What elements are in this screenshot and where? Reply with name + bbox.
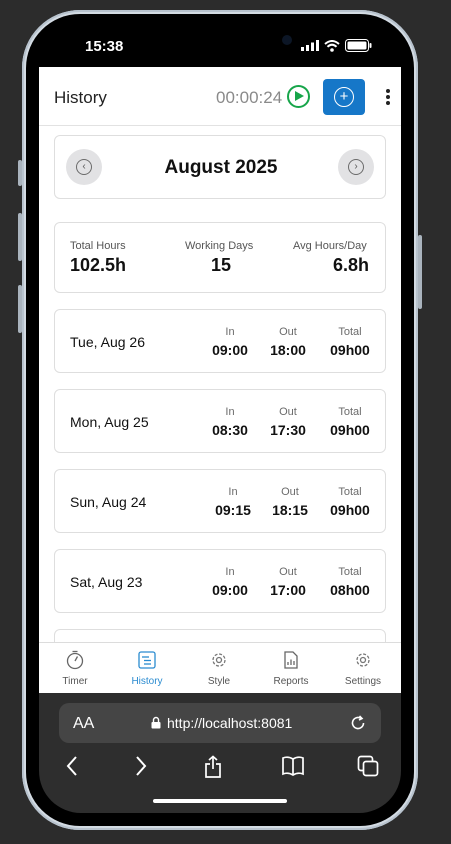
tab-label: Reports xyxy=(273,676,309,687)
add-entry-button[interactable]: + xyxy=(323,79,365,115)
plus-circle-icon: + xyxy=(334,87,354,107)
day-entry[interactable]: Sun, Aug 24 In 09:15 Out 18:15 Total 09h… xyxy=(54,469,386,533)
status-time: 15:38 xyxy=(85,38,124,55)
tab-bar: Timer History Style Reports Settings xyxy=(39,642,401,693)
out-label: Out xyxy=(279,566,297,578)
tab-label: Timer xyxy=(62,676,88,687)
day-date: Sun, Aug 24 xyxy=(70,494,147,510)
in-label: In xyxy=(225,566,235,578)
history-content[interactable]: ‹ August 2025 › Total Hours 102.5h Worki… xyxy=(39,126,401,642)
next-month-button[interactable]: › xyxy=(338,149,374,185)
history-list-icon xyxy=(138,651,156,669)
in-label: In xyxy=(225,326,235,338)
bookmarks-icon[interactable] xyxy=(281,755,305,777)
home-indicator xyxy=(153,799,287,803)
gear-icon xyxy=(212,653,226,667)
battery-icon xyxy=(345,39,372,52)
app: History 00:00:24 + ‹ August 2025 › Total… xyxy=(39,67,401,693)
tab-label: Style xyxy=(207,676,231,687)
avg-hours-value: 6.8h xyxy=(333,255,370,275)
reload-icon[interactable] xyxy=(349,714,367,732)
out-label: Out xyxy=(279,406,297,418)
summary-card: Total Hours 102.5h Working Days 15 Avg H… xyxy=(54,222,386,293)
total-time: 09h00 xyxy=(330,502,370,518)
in-time: 09:00 xyxy=(212,582,248,598)
status-icons xyxy=(301,39,372,52)
avg-hours-label: Avg Hours/Day xyxy=(293,240,367,252)
report-chart-icon xyxy=(284,651,298,669)
volume-up-button xyxy=(18,213,22,261)
day-date: Tue, Aug 26 xyxy=(70,334,145,350)
out-label: Out xyxy=(279,326,297,338)
day-date: Sat, Aug 23 xyxy=(70,574,143,590)
text-size-button[interactable]: AA xyxy=(73,715,94,733)
browser-nav-bar xyxy=(39,755,401,785)
total-label: Total xyxy=(338,566,362,578)
day-entry[interactable]: Tue, Aug 26 In 09:00 Out 18:00 Total 09h… xyxy=(54,309,386,373)
day-date: Mon, Aug 25 xyxy=(70,414,149,430)
action-button xyxy=(18,160,22,186)
url-text: http://localhost:8081 xyxy=(167,715,293,731)
status-bar: 15:38 xyxy=(39,27,401,67)
screen: 15:38 History 00:00:24 + ‹ August 2025 ›… xyxy=(39,27,401,813)
out-time: 17:00 xyxy=(270,582,306,598)
more-vertical-icon[interactable] xyxy=(385,89,391,107)
month-navigator: ‹ August 2025 › xyxy=(54,135,386,199)
working-days-label: Working Days xyxy=(185,240,254,252)
gear-icon xyxy=(356,653,370,667)
tab-settings[interactable]: Settings xyxy=(327,643,399,694)
total-label: Total xyxy=(338,406,362,418)
total-label: Total xyxy=(338,326,362,338)
in-label: In xyxy=(225,406,235,418)
in-time: 09:00 xyxy=(212,342,248,358)
day-entry[interactable]: Mon, Aug 25 In 08:30 Out 17:30 Total 09h… xyxy=(54,389,386,453)
total-time: 09h00 xyxy=(330,342,370,358)
app-header: History 00:00:24 + xyxy=(39,67,401,126)
address-bar[interactable]: AA http://localhost:8081 xyxy=(59,703,381,743)
in-label: In xyxy=(228,486,238,498)
out-time: 17:30 xyxy=(270,422,306,438)
play-button[interactable] xyxy=(287,85,310,108)
out-time: 18:00 xyxy=(270,342,306,358)
total-time: 08h00 xyxy=(330,582,370,598)
working-days-value: 15 xyxy=(211,255,232,275)
lock-icon xyxy=(151,716,161,729)
out-time: 18:15 xyxy=(272,502,308,518)
day-entry[interactable]: Sat, Aug 23 In 09:00 Out 17:00 Total 08h… xyxy=(54,549,386,613)
tab-reports[interactable]: Reports xyxy=(255,643,327,694)
total-label: Total xyxy=(338,486,362,498)
front-camera xyxy=(282,35,292,45)
back-icon[interactable] xyxy=(65,755,79,777)
tab-label: Settings xyxy=(344,676,382,687)
in-time: 09:15 xyxy=(215,502,251,518)
share-icon[interactable] xyxy=(203,755,223,779)
tab-label: History xyxy=(131,676,163,687)
tab-timer[interactable]: Timer xyxy=(39,643,111,694)
volume-down-button xyxy=(18,285,22,333)
total-hours-label: Total Hours xyxy=(70,240,126,252)
power-button xyxy=(418,235,422,309)
in-time: 08:30 xyxy=(212,422,248,438)
signal-icon xyxy=(301,40,319,51)
day-entry-partial[interactable] xyxy=(54,629,386,642)
browser-toolbar: AA http://localhost:8081 xyxy=(39,693,401,813)
chevron-right-icon: › xyxy=(348,159,364,175)
dynamic-island xyxy=(153,27,292,56)
stopwatch-icon xyxy=(66,650,84,670)
out-label: Out xyxy=(281,486,299,498)
running-timer: 00:00:24 xyxy=(216,88,283,107)
tabs-icon[interactable] xyxy=(357,755,379,777)
total-hours-value: 102.5h xyxy=(70,255,127,275)
total-time: 09h00 xyxy=(330,422,370,438)
forward-icon[interactable] xyxy=(134,755,148,777)
page-title: History xyxy=(54,88,107,107)
tab-history[interactable]: History xyxy=(111,643,183,694)
wifi-icon xyxy=(324,39,340,52)
tab-style[interactable]: Style xyxy=(183,643,255,694)
